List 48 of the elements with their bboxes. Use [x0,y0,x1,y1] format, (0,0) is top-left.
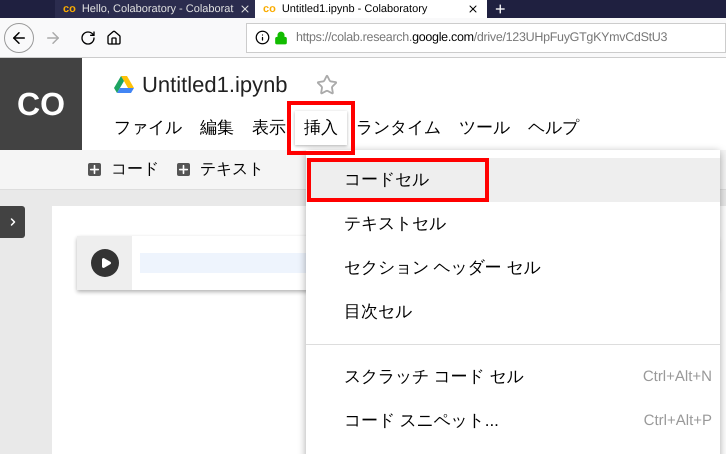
star-icon[interactable] [316,74,338,96]
menu-item[interactable]: ランタイム [347,111,450,144]
drive-icon [114,76,134,94]
item-label: コード スニペット... [344,410,499,432]
menu-item[interactable]: 編集 [191,111,243,144]
item-label: 目次セル [344,301,412,324]
play-icon [100,257,112,269]
dropdown-item[interactable]: セクション ヘッダー セル [306,246,720,290]
menu-item[interactable]: ファイル [105,111,191,144]
tab-title: Hello, Colaboratory - Colaborat [82,2,234,17]
home-icon[interactable] [106,30,122,46]
lock-icon [274,30,288,44]
item-label: スクラッチ コード セル [344,366,524,388]
shortcut-label: Ctrl+Alt+P [644,410,712,431]
close-icon[interactable] [239,3,252,15]
item-label: コードセル [344,169,429,192]
sidebar-toggle[interactable] [0,206,25,238]
back-button[interactable] [4,22,34,52]
reload-icon[interactable] [80,30,96,46]
close-icon[interactable] [467,3,479,15]
tab-title: Untitled1.ipynb - Colaboratory [282,2,428,17]
plus-icon [88,163,101,176]
info-icon[interactable] [255,30,270,45]
menu-item[interactable]: 挿入 [295,111,347,144]
tab-logo: co [63,2,76,17]
dropdown-item[interactable]: コード スニペット... Ctrl+Alt+P [306,399,720,443]
plus-icon [177,163,190,176]
menu-item[interactable]: 表示 [243,111,295,144]
tab-logo: co [263,2,276,17]
url-text: https://colab.research.google.com/drive/123UHpFuyGTgKYmvCdStU3 [296,29,668,46]
url-field[interactable]: https://colab.research.google.com/drive/123UHpFuyGTgKYmvCdStU3 [246,22,726,52]
menu-item[interactable]: ツール [450,111,519,144]
item-label: セクション ヘッダー セル [344,257,540,280]
run-button[interactable] [90,249,118,277]
add-cell-button[interactable]: テキスト [177,158,264,182]
new-tab-button[interactable]: + [487,0,514,18]
shortcut-label: Ctrl+Alt+N [642,366,712,387]
app-logo[interactable]: CO [0,58,82,150]
dropdown-item[interactable]: コードセル [306,158,720,202]
dropdown-item[interactable]: 目次セル [306,290,720,334]
add-cell-button[interactable]: コード [88,158,159,182]
dropdown-item[interactable]: テキストセル [306,202,720,246]
menu-item[interactable]: ヘルプ [519,111,588,144]
browser-tab[interactable]: co Untitled1.ipynb - Colaboratory [255,0,487,18]
dropdown-item[interactable]: スクラッチ コード セル Ctrl+Alt+N [306,355,720,399]
item-label: テキストセル [344,213,446,236]
browser-tab[interactable]: co Hello, Colaboratory - Colaborat [55,0,255,18]
notebook-title[interactable]: Untitled1.ipynb [142,68,288,101]
